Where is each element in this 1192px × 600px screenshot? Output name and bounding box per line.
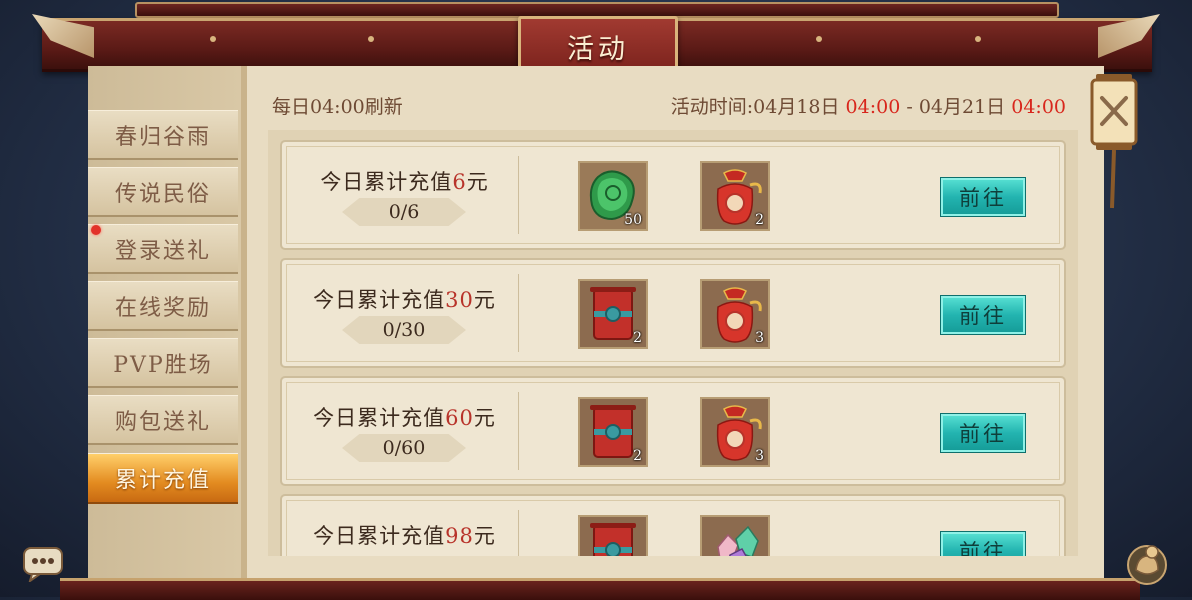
reward-count: 3 <box>755 448 764 464</box>
refresh-note: 每日04:00刷新 <box>272 96 403 118</box>
reward-count: 2 <box>633 448 642 464</box>
go-button[interactable]: 前往 <box>940 295 1026 335</box>
row-title-suffix: 元 <box>473 524 496 548</box>
sidebar-item-dengluosongli[interactable]: 登录送礼 <box>88 224 238 274</box>
row-title-prefix: 今日累计充值 <box>313 524 446 548</box>
frame-stud <box>975 36 981 42</box>
row-title-suffix: 元 <box>473 406 496 430</box>
sidebar-item-pvp[interactable]: PVP胜场 <box>88 338 238 388</box>
gem-cluster-icon <box>717 525 759 556</box>
row-title: 今日累计充值30元 <box>292 284 517 314</box>
row-title-prefix: 今日累计充值 <box>313 406 446 430</box>
sidebar-item-goubaosongli[interactable]: 购包送礼 <box>88 395 238 445</box>
row-progress: 0/60 <box>342 434 466 462</box>
red-scroll-icon <box>590 523 636 556</box>
row-title-prefix: 今日累计充值 <box>313 288 446 312</box>
sidebar-item-leijichongzhi[interactable]: 累计充值 <box>88 453 238 504</box>
inventory-bag-icon[interactable] <box>1124 540 1170 586</box>
reward-row: 今日累计充值6元 0/6 50 2 前往 <box>280 140 1066 250</box>
reward-item[interactable]: 2 <box>700 161 770 231</box>
row-title-suffix: 元 <box>466 170 489 194</box>
row-amount: 98 <box>445 524 474 548</box>
row-amount: 30 <box>445 288 474 312</box>
go-button[interactable]: 前往 <box>940 531 1026 556</box>
reward-count: 3 <box>755 330 764 346</box>
activity-separator: - <box>906 96 913 118</box>
frame-stud <box>368 36 374 42</box>
activity-time-label: 活动时间: <box>670 96 754 118</box>
frame-stud <box>816 36 822 42</box>
reward-row: 今日累计充值98元 前往 <box>280 494 1066 556</box>
row-divider <box>518 510 519 556</box>
reward-item[interactable] <box>578 515 648 556</box>
activity-start-date: 04月18日 <box>753 96 840 118</box>
activity-end-time: 04:00 <box>1011 96 1066 118</box>
frame-stud <box>210 36 216 42</box>
reward-item[interactable]: 2 <box>578 279 648 349</box>
row-title: 今日累计充值60元 <box>292 402 517 432</box>
row-amount: 60 <box>445 406 474 430</box>
chat-bubble-icon[interactable] <box>22 544 64 582</box>
row-divider <box>518 392 519 470</box>
lantern-close-button[interactable] <box>1088 70 1140 210</box>
reward-item[interactable]: 2 <box>578 397 648 467</box>
activity-end-date: 04月21日 <box>918 96 1006 118</box>
row-amount: 6 <box>452 170 467 194</box>
reward-count: 2 <box>755 212 764 228</box>
activity-start-time: 04:00 <box>845 96 901 118</box>
row-title-prefix: 今日累计充值 <box>320 170 453 194</box>
sidebar-item-chunguiguyu[interactable]: 春归谷雨 <box>88 110 238 160</box>
row-progress: 0/30 <box>342 316 466 344</box>
row-progress: 0/6 <box>342 198 466 226</box>
row-divider <box>518 274 519 352</box>
row-divider <box>518 156 519 234</box>
reward-count: 2 <box>633 330 642 346</box>
activity-time: 活动时间:04月18日 04:00 - 04月21日 04:00 <box>671 92 1066 119</box>
reward-item[interactable]: 50 <box>578 161 648 231</box>
go-button[interactable]: 前往 <box>940 413 1026 453</box>
reward-item[interactable] <box>700 515 770 556</box>
row-title-suffix: 元 <box>473 288 496 312</box>
sidebar-item-zaixianjiangli[interactable]: 在线奖励 <box>88 281 238 331</box>
sidebar-item-chuanshuominsu[interactable]: 传说民俗 <box>88 167 238 217</box>
reward-item[interactable]: 3 <box>700 397 770 467</box>
row-title: 今日累计充值6元 <box>292 166 517 196</box>
notification-dot <box>91 225 101 235</box>
row-title: 今日累计充值98元 <box>292 520 517 550</box>
reward-row: 今日累计充值60元 0/60 2 3 前往 <box>280 376 1066 486</box>
reward-item[interactable]: 3 <box>700 279 770 349</box>
reward-row: 今日累计充值30元 0/30 2 3 前往 <box>280 258 1066 368</box>
reward-count: 50 <box>624 212 642 228</box>
reward-list[interactable]: 今日累计充值6元 0/6 50 2 前往 今日累计充值30元 0/30 2 3 … <box>268 130 1078 556</box>
go-button[interactable]: 前往 <box>940 177 1026 217</box>
